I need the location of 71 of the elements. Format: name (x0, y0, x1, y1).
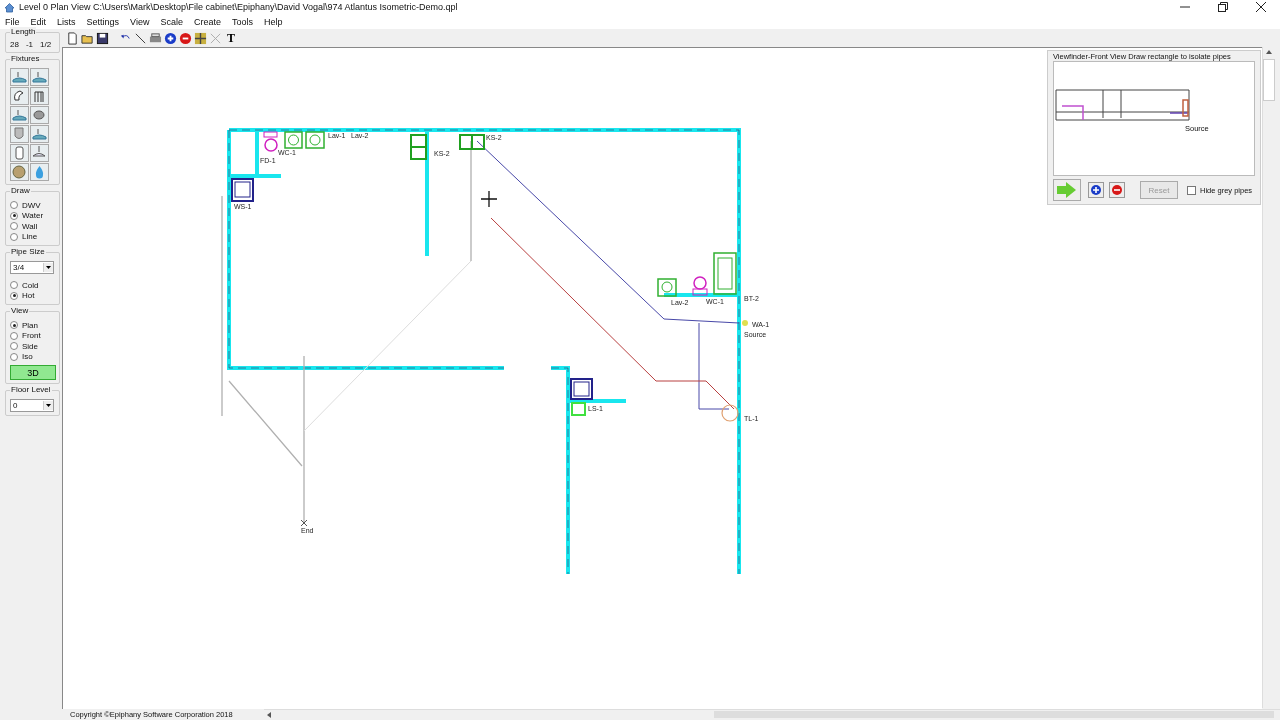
zoom-in-icon[interactable] (1088, 182, 1104, 198)
water-drop-icon[interactable] (30, 163, 49, 181)
radio-option[interactable]: Wall (10, 221, 56, 232)
group-label: Draw (10, 186, 31, 195)
next-arrow-button[interactable] (1053, 179, 1081, 201)
radio-icon[interactable] (10, 342, 18, 351)
group-label: Pipe Size (10, 247, 46, 256)
close-icon[interactable] (1256, 2, 1266, 12)
radio-option[interactable]: Iso (10, 351, 56, 362)
text-tool-button[interactable]: T (224, 32, 238, 44)
scroll-thumb[interactable] (1263, 59, 1275, 101)
radio-icon[interactable] (10, 232, 18, 241)
menu-item[interactable]: Lists (57, 16, 76, 27)
menu-item[interactable]: Edit (30, 16, 47, 27)
group-label: View (10, 306, 30, 315)
drain-icon[interactable] (30, 106, 49, 124)
elbow-icon[interactable] (10, 87, 29, 105)
radio-icon[interactable] (10, 321, 18, 330)
radio-icon[interactable] (10, 331, 18, 340)
pipe-size-dropdown[interactable]: 3/4 (10, 261, 54, 274)
radio-icon[interactable] (10, 211, 18, 220)
radio-option[interactable]: Water (10, 210, 56, 221)
cross-icon[interactable] (194, 31, 207, 45)
menu-item[interactable]: Create (193, 16, 221, 27)
menu-item[interactable]: Tools (231, 16, 253, 27)
length-value: -1 (25, 40, 34, 49)
print-icon[interactable] (149, 31, 162, 45)
radio-icon[interactable] (10, 201, 18, 210)
radio-option[interactable]: Hot (10, 290, 56, 301)
length-value: 28 (10, 40, 19, 49)
remove-icon[interactable] (179, 31, 192, 45)
lamp-icon[interactable] (30, 144, 49, 162)
menu-item[interactable]: File (5, 16, 20, 27)
checkbox-icon[interactable] (1187, 185, 1196, 195)
radio-option[interactable]: Front (10, 330, 56, 341)
menu-item[interactable]: Scale (160, 16, 183, 27)
zoom-out-icon[interactable] (1109, 182, 1125, 198)
radio-option[interactable]: Plan (10, 320, 56, 331)
add-icon[interactable] (164, 31, 177, 45)
line-icon[interactable] (134, 31, 147, 45)
sink-icon[interactable] (10, 68, 29, 86)
radio-option[interactable]: Cold (10, 280, 56, 291)
radio-option[interactable]: Side (10, 341, 56, 352)
sink-icon[interactable] (10, 106, 29, 124)
radio-icon[interactable] (10, 281, 18, 290)
radio-option[interactable]: Line (10, 231, 56, 242)
dropdown-arrow-icon[interactable] (43, 263, 53, 272)
group-label: Length (10, 27, 37, 36)
radio-option[interactable]: DWV (10, 200, 56, 211)
urinal-icon[interactable] (10, 125, 29, 143)
menu-item[interactable]: Help (264, 16, 283, 27)
group-label: Fixtures (10, 54, 41, 63)
new-file-icon[interactable] (66, 31, 79, 45)
shower-icon[interactable] (30, 87, 49, 105)
window-title: Level 0 Plan View C:\Users\Mark\Desktop\File cabinet\Epiphany\David Vogal\974 Atlantus Isometric-Demo.qpl (19, 2, 458, 12)
3d-button[interactable]: 3D (10, 365, 56, 380)
radio-icon[interactable] (10, 291, 18, 300)
save-icon[interactable] (96, 31, 109, 45)
dropdown-arrow-icon[interactable] (43, 401, 53, 410)
menu-item[interactable]: Settings (86, 16, 120, 27)
horizontal-scrollbar[interactable] (264, 708, 1280, 720)
app-icon (4, 1, 15, 13)
radio-icon[interactable] (10, 352, 18, 361)
crosshair-cursor-icon (480, 190, 498, 208)
restore-icon[interactable] (1218, 2, 1228, 12)
group-label: Floor Level (10, 385, 52, 394)
sink-icon[interactable] (30, 125, 49, 143)
radio-icon[interactable] (10, 222, 18, 231)
length-value: 1/2 (40, 40, 52, 49)
floor-level-dropdown[interactable]: 0 (10, 399, 54, 412)
menu-item[interactable]: View (130, 16, 150, 27)
